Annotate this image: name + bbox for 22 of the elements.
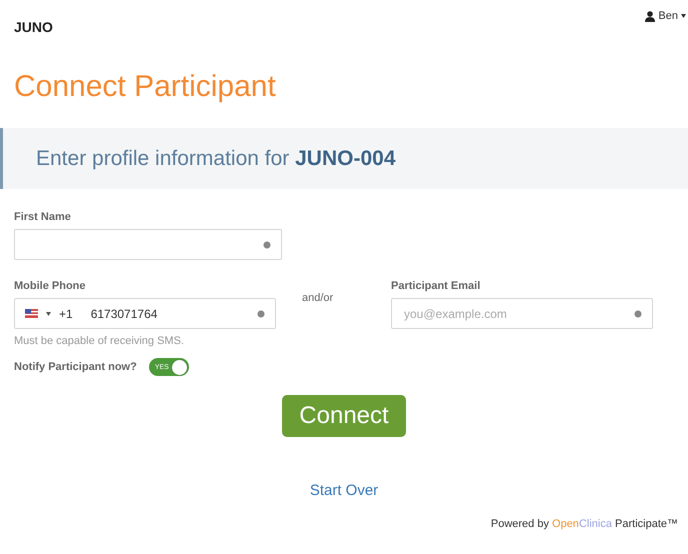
flag-icon — [25, 309, 38, 318]
field-label: First Name — [14, 211, 72, 223]
start-over-link[interactable]: Start Over — [310, 482, 378, 499]
field-label: Participant Email — [391, 280, 482, 292]
separator-text: and/or — [302, 292, 334, 304]
user-menu[interactable]: Ben — [645, 10, 688, 22]
email-field[interactable]: you@example.com — [391, 298, 653, 329]
field-label: Mobile Phone — [14, 280, 86, 292]
page-title: Connect Participant — [14, 70, 276, 104]
footer-text: Powered by OpenClinica Participate™ — [490, 518, 678, 530]
notify-label: Notify Participant now? — [14, 361, 137, 373]
user-icon — [645, 10, 656, 22]
country-code: +1 — [59, 306, 73, 320]
banner-text: Enter profile information for JUNO-004 — [36, 146, 396, 170]
phone-field[interactable]: +1 6173071764 — [14, 298, 276, 329]
caret-icon — [681, 14, 686, 18]
email-input[interactable]: you@example.com — [402, 306, 626, 322]
caret-icon — [46, 312, 51, 316]
first-name-field[interactable] — [14, 229, 282, 260]
phone-number-input[interactable]: 6173071764 — [88, 306, 249, 322]
app-brand: JUNO — [14, 19, 53, 35]
hint-text: Must be capable of receiving SMS. — [14, 335, 185, 347]
